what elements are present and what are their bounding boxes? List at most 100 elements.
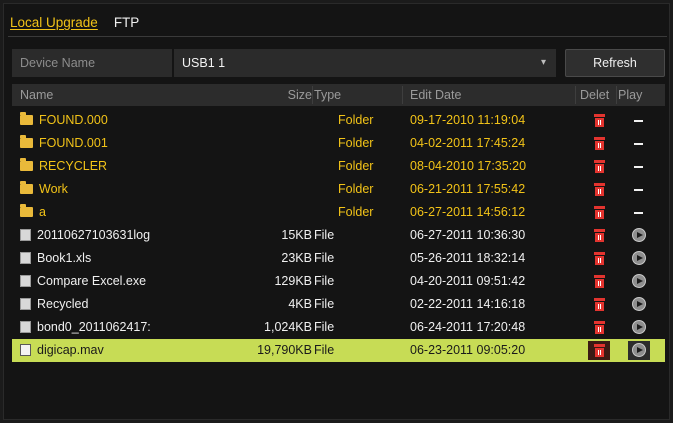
edit-date: 06-27-2011 10:36:30 bbox=[410, 228, 526, 242]
header-type: Type bbox=[314, 88, 342, 102]
edit-date: 09-17-2010 11:19:04 bbox=[410, 113, 526, 127]
file-type: Folder bbox=[338, 205, 374, 219]
file-name: Work bbox=[39, 182, 68, 196]
file-name-cell: RECYCLER bbox=[20, 155, 188, 178]
trash-icon[interactable] bbox=[594, 160, 605, 173]
file-icon bbox=[20, 274, 31, 287]
file-name-cell: 20110627103631log bbox=[20, 224, 188, 247]
device-row: Device Name USB1 1 ▾ Refresh bbox=[12, 49, 665, 77]
table-row[interactable]: FOUND.000 Folder 09-17-2010 11:19:04 bbox=[12, 109, 665, 132]
table-row[interactable]: bond0_2011062417: 1,024KB File 06-24-2011 1… bbox=[12, 316, 665, 339]
table-row[interactable]: RECYCLER Folder 08-04-2010 17:35:20 bbox=[12, 155, 665, 178]
file-size bbox=[188, 155, 312, 178]
file-name: digicap.mav bbox=[37, 343, 104, 357]
file-name-cell: digicap.mav bbox=[20, 339, 188, 362]
delete-cell bbox=[578, 247, 618, 270]
trash-icon[interactable] bbox=[594, 114, 605, 127]
trash-icon[interactable] bbox=[594, 252, 605, 265]
file-name: Book1.xls bbox=[37, 251, 92, 265]
play-icon[interactable] bbox=[632, 320, 646, 334]
column-divider bbox=[402, 86, 403, 104]
file-type: Folder bbox=[338, 182, 374, 196]
trash-icon[interactable] bbox=[594, 344, 605, 357]
table-row[interactable]: Recycled 4KB File 02-22-2011 14:16:18 bbox=[12, 293, 665, 316]
device-name-label: Device Name bbox=[12, 49, 172, 77]
dash-icon bbox=[634, 120, 643, 122]
trash-icon[interactable] bbox=[594, 321, 605, 334]
edit-date: 06-24-2011 17:20:48 bbox=[410, 320, 526, 334]
table-row[interactable]: digicap.mav 19,790KB File 06-23-2011 09:05:… bbox=[12, 339, 665, 362]
play-cell bbox=[620, 224, 664, 247]
folder-icon bbox=[20, 203, 33, 217]
file-size bbox=[188, 178, 312, 201]
column-divider bbox=[312, 86, 313, 104]
play-icon[interactable] bbox=[632, 343, 646, 357]
file-type: Folder bbox=[338, 136, 374, 150]
table-row[interactable]: 20110627103631log 15KB File 06-27-2011 10:3… bbox=[12, 224, 665, 247]
play-cell bbox=[620, 293, 664, 316]
table-row[interactable]: Book1.xls 23KB File 05-26-2011 18:32:14 bbox=[12, 247, 665, 270]
play-cell bbox=[620, 201, 664, 224]
play-icon[interactable] bbox=[632, 297, 646, 311]
file-size: 15KB bbox=[281, 228, 312, 242]
edit-date: 05-26-2011 18:32:14 bbox=[410, 251, 526, 265]
file-size: 1,024KB bbox=[264, 320, 312, 334]
trash-icon[interactable] bbox=[594, 183, 605, 196]
file-size bbox=[188, 132, 312, 155]
delete-cell bbox=[578, 293, 618, 316]
tab-ftp[interactable]: FTP bbox=[114, 15, 140, 37]
file-size: 129KB bbox=[274, 274, 312, 288]
delete-cell bbox=[578, 109, 618, 132]
table-row[interactable]: a Folder 06-27-2011 14:56:12 bbox=[12, 201, 665, 224]
file-type: Folder bbox=[338, 113, 374, 127]
file-name-cell: FOUND.000 bbox=[20, 109, 188, 132]
file-type: Folder bbox=[338, 159, 374, 173]
dash-icon bbox=[634, 212, 643, 214]
folder-icon bbox=[20, 111, 33, 125]
header-size: Size bbox=[287, 88, 312, 102]
file-name-cell: Work bbox=[20, 178, 188, 201]
delete-cell bbox=[578, 178, 618, 201]
header-play: Play bbox=[618, 88, 643, 102]
file-name: Compare Excel.exe bbox=[37, 274, 147, 288]
folder-icon bbox=[20, 134, 33, 148]
tab-local-upgrade[interactable]: Local Upgrade bbox=[10, 15, 98, 37]
trash-icon[interactable] bbox=[594, 229, 605, 242]
trash-icon[interactable] bbox=[594, 298, 605, 311]
file-size bbox=[188, 201, 312, 224]
file-list: FOUND.000 Folder 09-17-2010 11:19:04 FOUND.… bbox=[12, 109, 665, 362]
play-cell bbox=[620, 247, 664, 270]
play-cell bbox=[620, 316, 664, 339]
chevron-down-icon[interactable]: ▾ bbox=[541, 49, 546, 77]
dash-icon bbox=[634, 166, 643, 168]
edit-date: 04-02-2011 17:45:24 bbox=[410, 136, 526, 150]
header-delete: Delet bbox=[580, 88, 610, 102]
trash-icon[interactable] bbox=[594, 206, 605, 219]
header-date: Edit Date bbox=[410, 88, 462, 102]
trash-icon[interactable] bbox=[594, 137, 605, 150]
table-row[interactable]: FOUND.001 Folder 04-02-2011 17:45:24 bbox=[12, 132, 665, 155]
play-icon[interactable] bbox=[632, 251, 646, 265]
tab-divider bbox=[8, 36, 667, 37]
file-size: 23KB bbox=[281, 251, 312, 265]
play-cell bbox=[620, 339, 664, 362]
play-icon[interactable] bbox=[632, 274, 646, 288]
dash-icon bbox=[634, 143, 643, 145]
folder-icon bbox=[20, 180, 33, 194]
tab-bar: Local Upgrade FTP bbox=[10, 15, 139, 37]
refresh-button[interactable]: Refresh bbox=[565, 49, 665, 77]
delete-cell bbox=[578, 224, 618, 247]
file-name-cell: FOUND.001 bbox=[20, 132, 188, 155]
file-name-cell: Compare Excel.exe bbox=[20, 270, 188, 293]
play-icon[interactable] bbox=[632, 228, 646, 242]
table-row[interactable]: Work Folder 06-21-2011 17:55:42 bbox=[12, 178, 665, 201]
device-name-select[interactable]: USB1 1 ▾ bbox=[174, 49, 556, 77]
folder-icon bbox=[20, 157, 33, 171]
table-row[interactable]: Compare Excel.exe 129KB File 04-20-2011 09:… bbox=[12, 270, 665, 293]
file-type: File bbox=[314, 297, 335, 311]
trash-icon[interactable] bbox=[594, 275, 605, 288]
device-name-value: USB1 1 bbox=[182, 56, 226, 70]
column-divider bbox=[575, 86, 576, 104]
edit-date: 02-22-2011 14:16:18 bbox=[410, 297, 526, 311]
file-name-cell: a bbox=[20, 201, 188, 224]
